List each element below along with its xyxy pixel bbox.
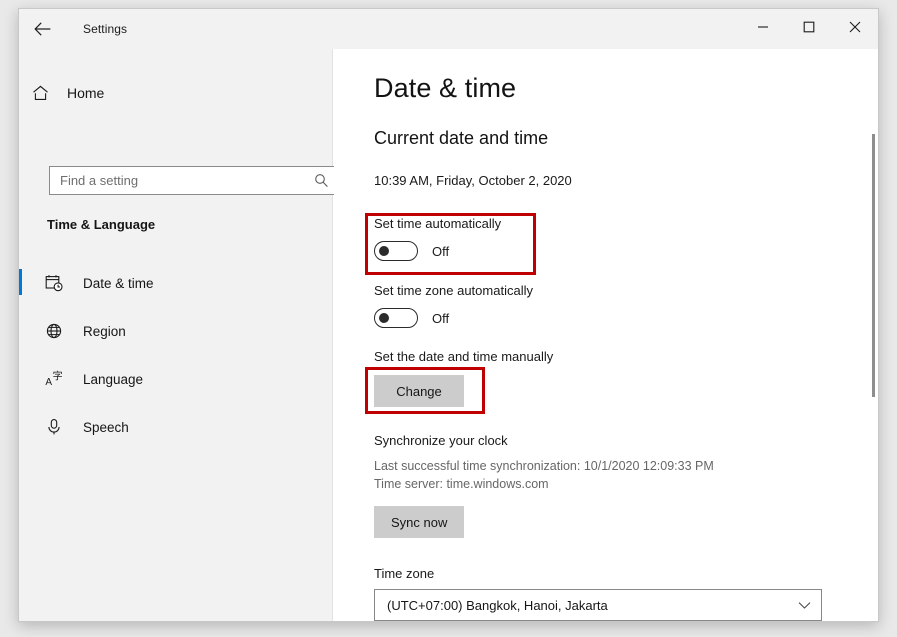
sidebar-section-title: Time & Language	[47, 217, 156, 232]
sidebar-item-region[interactable]: Region	[19, 307, 332, 355]
home-icon	[19, 85, 61, 101]
time-zone-dropdown[interactable]: (UTC+07:00) Bangkok, Hanoi, Jakarta	[374, 589, 822, 621]
back-button[interactable]	[19, 9, 65, 49]
svg-text:字: 字	[53, 370, 63, 383]
set-timezone-automatically-label: Set time zone automatically	[374, 283, 533, 298]
set-timezone-automatically-group: Set time zone automatically Off	[374, 283, 878, 328]
search-input[interactable]	[50, 173, 308, 188]
maximize-icon	[803, 20, 815, 38]
current-date-time-value: 10:39 AM, Friday, October 2, 2020	[374, 173, 572, 188]
sidebar-item-language[interactable]: A 字 Language	[19, 355, 332, 403]
sidebar-item-home-label: Home	[67, 85, 105, 101]
sidebar-item-speech-label: Speech	[83, 419, 129, 435]
calendar-clock-icon	[33, 274, 75, 292]
svg-text:A: A	[45, 377, 52, 388]
sidebar-item-speech[interactable]: Speech	[19, 403, 332, 451]
minimize-icon	[757, 20, 769, 38]
set-manually-label: Set the date and time manually	[374, 349, 554, 364]
set-timezone-automatically-toggle-row: Off	[374, 308, 878, 328]
last-sync-text: Last successful time synchronization: 10…	[374, 459, 714, 473]
sidebar: Home Time & Language	[19, 49, 335, 621]
set-timezone-automatically-toggle[interactable]	[374, 308, 418, 328]
time-zone-group: Time zone (UTC+07:00) Bangkok, Hanoi, Ja…	[374, 566, 878, 621]
sidebar-item-language-label: Language	[83, 371, 144, 387]
sync-now-button[interactable]: Sync now	[374, 506, 465, 538]
set-timezone-automatically-state: Off	[432, 310, 450, 326]
title-bar: Settings	[19, 9, 878, 49]
set-time-automatically-state: Off	[432, 243, 450, 259]
search-box[interactable]	[49, 166, 335, 195]
sidebar-item-date-time-label: Date & time	[83, 275, 154, 291]
sidebar-item-region-label: Region	[83, 323, 126, 339]
synchronize-group: Synchronize your clock Last successful t…	[374, 433, 878, 538]
back-arrow-icon	[33, 22, 51, 36]
time-zone-value: (UTC+07:00) Bangkok, Hanoi, Jakarta	[387, 597, 608, 613]
sidebar-item-date-time[interactable]: Date & time	[19, 259, 332, 307]
close-icon	[849, 20, 861, 38]
set-time-automatically-group: Set time automatically Off	[374, 216, 878, 261]
close-button[interactable]	[832, 9, 878, 49]
maximize-button[interactable]	[786, 9, 832, 49]
change-button[interactable]: Change	[374, 375, 464, 407]
search-icon	[308, 173, 334, 188]
content-pane: Date & time Current date and time 10:39 …	[334, 49, 878, 621]
set-time-automatically-toggle-row: Off	[374, 241, 878, 261]
content-scrollbar[interactable]	[868, 89, 878, 621]
scrollbar-thumb[interactable]	[872, 134, 875, 397]
time-zone-label: Time zone	[374, 566, 435, 581]
sidebar-item-home[interactable]: Home	[19, 74, 332, 112]
set-manually-group: Set the date and time manually Change	[374, 349, 878, 407]
minimize-button[interactable]	[740, 9, 786, 49]
globe-icon	[33, 322, 75, 340]
microphone-icon	[33, 418, 75, 436]
set-time-automatically-toggle[interactable]	[374, 241, 418, 261]
current-date-time-heading: Current date and time	[374, 128, 549, 148]
settings-window: Settings Home Find a setting Time & Lang…	[18, 8, 879, 622]
sidebar-nav-list: Date & time Region A 字 Language Speech	[19, 259, 332, 451]
toggle-knob	[379, 313, 389, 323]
time-server-text: Time server: time.windows.com	[374, 477, 549, 491]
synchronize-heading: Synchronize your clock	[374, 433, 508, 448]
language-icon: A 字	[33, 370, 75, 388]
page-title: Date & time	[374, 73, 517, 103]
window-controls	[740, 9, 878, 49]
toggle-knob	[379, 246, 389, 256]
content-inner: Date & time Current date and time 10:39 …	[334, 73, 878, 621]
chevron-down-icon	[787, 601, 821, 610]
set-time-automatically-label: Set time automatically	[374, 216, 502, 231]
selection-indicator	[19, 269, 22, 295]
app-title: Settings	[83, 22, 128, 36]
